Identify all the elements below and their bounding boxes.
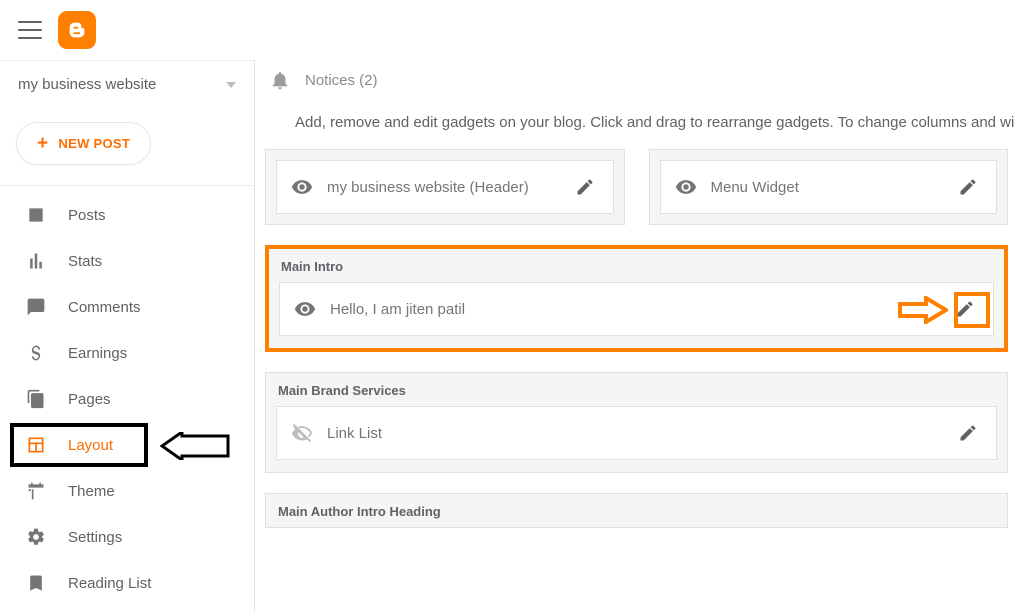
gadget-header[interactable]: my business website (Header) xyxy=(276,160,614,214)
theme-icon xyxy=(26,481,46,501)
layout-instruction: Add, remove and edit gadgets on your blo… xyxy=(255,100,1024,149)
bell-icon xyxy=(269,69,291,91)
settings-icon xyxy=(26,527,46,547)
sidebar-item-theme[interactable]: Theme xyxy=(0,468,254,514)
sidebar-item-label: Posts xyxy=(68,207,106,224)
sidebar: my business website + NEW POST Posts Sta… xyxy=(0,60,255,612)
visibility-icon xyxy=(294,298,316,320)
visibility-icon xyxy=(291,176,313,198)
blog-selector[interactable]: my business website xyxy=(0,60,254,108)
pages-icon xyxy=(26,389,46,409)
sidebar-item-label: Layout xyxy=(68,437,113,454)
sidebar-item-stats[interactable]: Stats xyxy=(0,238,254,284)
dropdown-icon xyxy=(226,82,236,88)
edit-button[interactable] xyxy=(571,173,599,201)
sidebar-item-layout[interactable]: Layout xyxy=(0,422,254,468)
annotation-arrow-icon xyxy=(160,432,230,464)
plus-icon: + xyxy=(37,134,48,153)
layout-icon xyxy=(26,435,46,455)
edit-button[interactable] xyxy=(951,295,979,323)
sidebar-item-reading-list[interactable]: Reading List xyxy=(0,560,254,606)
sidebar-item-settings[interactable]: Settings xyxy=(0,514,254,560)
gadget-menu-widget[interactable]: Menu Widget xyxy=(660,160,998,214)
sidebar-item-label: Theme xyxy=(68,483,115,500)
sidebar-item-posts[interactable]: Posts xyxy=(0,192,254,238)
visibility-icon xyxy=(675,176,697,198)
main-content: Notices (2) Add, remove and edit gadgets… xyxy=(255,60,1024,612)
section-main-brand: Main Brand Services Link List xyxy=(265,372,1008,473)
visibility-off-icon xyxy=(291,422,313,444)
sidebar-item-label: Stats xyxy=(68,253,102,270)
sidebar-item-label: Reading List xyxy=(68,575,151,592)
menu-button[interactable] xyxy=(18,21,42,39)
gadget-label: my business website (Header) xyxy=(327,179,557,196)
sidebar-item-label: Settings xyxy=(68,529,122,546)
sidebar-item-pages[interactable]: Pages xyxy=(0,376,254,422)
sidebar-item-earnings[interactable]: Earnings xyxy=(0,330,254,376)
comments-icon xyxy=(26,297,46,317)
sidebar-item-label: Pages xyxy=(68,391,111,408)
notices-label: Notices (2) xyxy=(305,72,378,89)
gadget-link-list[interactable]: Link List xyxy=(276,406,997,460)
edit-button[interactable] xyxy=(954,173,982,201)
new-post-label: NEW POST xyxy=(58,136,130,151)
sidebar-item-label: Earnings xyxy=(68,345,127,362)
edit-button[interactable] xyxy=(954,419,982,447)
sidebar-item-comments[interactable]: Comments xyxy=(0,284,254,330)
posts-icon xyxy=(26,205,46,225)
section-title: Main Intro xyxy=(269,249,1004,282)
new-post-button[interactable]: + NEW POST xyxy=(16,122,151,165)
gadget-label: Link List xyxy=(327,425,940,442)
reading-list-icon xyxy=(26,573,46,593)
gadget-label: Menu Widget xyxy=(711,179,941,196)
gadget-main-intro[interactable]: Hello, I am jiten patil xyxy=(279,282,994,336)
gadget-label: Hello, I am jiten patil xyxy=(330,301,937,318)
notices-bar[interactable]: Notices (2) xyxy=(255,60,1024,100)
section-title: Main Author Intro Heading xyxy=(266,494,1007,527)
blogger-logo[interactable] xyxy=(58,11,96,49)
section-main-author: Main Author Intro Heading xyxy=(265,493,1008,528)
sidebar-item-label: Comments xyxy=(68,299,141,316)
section-title: Main Brand Services xyxy=(266,373,1007,406)
stats-icon xyxy=(26,251,46,271)
section-header: my business website (Header) xyxy=(265,149,625,225)
earnings-icon xyxy=(26,343,46,363)
section-menu: Menu Widget xyxy=(649,149,1009,225)
section-main-intro: Main Intro Hello, I am jiten patil xyxy=(265,245,1008,352)
blog-name: my business website xyxy=(18,76,156,93)
